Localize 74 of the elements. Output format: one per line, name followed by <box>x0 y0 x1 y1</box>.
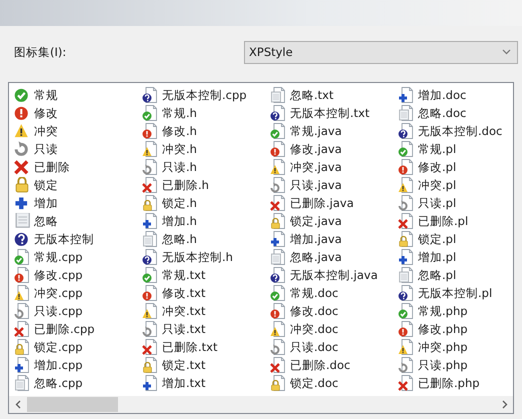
list-item[interactable]: 常规.doc <box>270 284 398 302</box>
list-item[interactable]: 增加.java <box>270 230 398 248</box>
list-item[interactable]: 锁定 <box>14 176 142 194</box>
list-item[interactable]: 修改.txt <box>142 284 270 302</box>
list-item[interactable]: 常规.pl <box>398 140 513 158</box>
list-item[interactable]: 只读.java <box>270 176 398 194</box>
list-item[interactable]: 冲突.pl <box>398 176 513 194</box>
list-item[interactable]: 只读.txt <box>142 320 270 338</box>
list-item[interactable]: 无版本控制.txt <box>270 104 398 122</box>
list-item[interactable]: 锁定.cpp <box>14 338 142 356</box>
list-item[interactable]: 冲突.php <box>398 338 513 356</box>
icon-set-label: 图标集(I): <box>14 44 66 60</box>
chevron-right-icon <box>502 400 508 409</box>
list-item[interactable]: 常规.cpp <box>14 248 142 266</box>
list-item[interactable]: 已删除.h <box>142 176 270 194</box>
list-item[interactable]: 冲突.txt <box>142 302 270 320</box>
scrollbar-thumb[interactable] <box>27 397 118 412</box>
list-item[interactable]: 无版本控制.java <box>270 266 398 284</box>
list-item[interactable]: 修改.cpp <box>14 266 142 284</box>
list-item[interactable]: 已删除.java <box>270 194 398 212</box>
list-item[interactable]: 忽略.txt <box>270 86 398 104</box>
list-item[interactable]: 忽略.doc <box>398 104 513 122</box>
chevron-down-icon <box>502 49 511 55</box>
list-item[interactable]: 已删除.cpp <box>14 320 142 338</box>
list-item[interactable]: 已删除.pl <box>398 212 513 230</box>
list-item[interactable]: 无版本控制.h <box>142 248 270 266</box>
list-item[interactable]: 只读.pl <box>398 194 513 212</box>
list-item[interactable]: 只读 <box>14 140 142 158</box>
list-item[interactable]: 忽略.java <box>270 248 398 266</box>
list-item[interactable]: 修改.pl <box>398 158 513 176</box>
list-item[interactable]: 冲突 <box>14 122 142 140</box>
list-item[interactable]: 锁定.pl <box>398 230 513 248</box>
list-item[interactable]: 忽略.cpp <box>14 374 142 392</box>
list-item[interactable]: 常规.txt <box>142 266 270 284</box>
list-item[interactable]: 冲突.cpp <box>14 284 142 302</box>
list-item[interactable]: 锁定.txt <box>142 356 270 374</box>
list-item[interactable]: 增加.cpp <box>14 356 142 374</box>
list-item[interactable]: 增加.doc <box>398 86 513 104</box>
list-item[interactable]: 增加.txt <box>142 374 270 392</box>
list-item[interactable]: 无版本控制.doc <box>398 122 513 140</box>
list-item[interactable]: 冲突.doc <box>270 320 398 338</box>
list-item[interactable]: 修改.doc <box>270 302 398 320</box>
list-item[interactable]: 常规.php <box>398 302 513 320</box>
list-item[interactable]: 忽略.pl <box>398 266 513 284</box>
list-item[interactable]: 冲突.h <box>142 140 270 158</box>
list-item[interactable]: 只读.php <box>398 356 513 374</box>
list-item[interactable]: 修改.h <box>142 122 270 140</box>
list-item[interactable]: 修改.java <box>270 140 398 158</box>
list-item[interactable]: 锁定.doc <box>270 374 398 392</box>
icon-set-dropdown[interactable]: XPStyle <box>244 40 518 64</box>
chevron-left-icon <box>14 400 20 409</box>
list-item[interactable]: 无版本控制.pl <box>398 284 513 302</box>
list-item[interactable]: 增加 <box>14 194 142 212</box>
list-item[interactable]: 已删除.doc <box>270 356 398 374</box>
list-item[interactable]: 无版本控制.cpp <box>142 86 270 104</box>
list-item[interactable]: 常规 <box>14 86 142 104</box>
list-item[interactable]: 锁定.h <box>142 194 270 212</box>
list-item[interactable]: 已删除 <box>14 158 142 176</box>
list-item[interactable]: 增加.pl <box>398 248 513 266</box>
list-item[interactable]: 已删除.php <box>398 374 513 392</box>
list-item[interactable]: 已删除.txt <box>142 338 270 356</box>
list-item[interactable]: 只读.doc <box>270 338 398 356</box>
list-item[interactable]: 忽略.h <box>142 230 270 248</box>
list-item[interactable]: 只读.h <box>142 158 270 176</box>
list-item[interactable]: 锁定.java <box>270 212 398 230</box>
list-item[interactable]: 修改.php <box>398 320 513 338</box>
list-item[interactable]: 忽略 <box>14 212 142 230</box>
list-item[interactable]: 修改 <box>14 104 142 122</box>
list-item[interactable]: 无版本控制 <box>14 230 142 248</box>
list-item[interactable]: 常规.h <box>142 104 270 122</box>
list-item[interactable]: 常规.java <box>270 122 398 140</box>
list-item[interactable]: 冲突.java <box>270 158 398 176</box>
list-item[interactable]: 只读.cpp <box>14 302 142 320</box>
list-item[interactable]: 增加.h <box>142 212 270 230</box>
